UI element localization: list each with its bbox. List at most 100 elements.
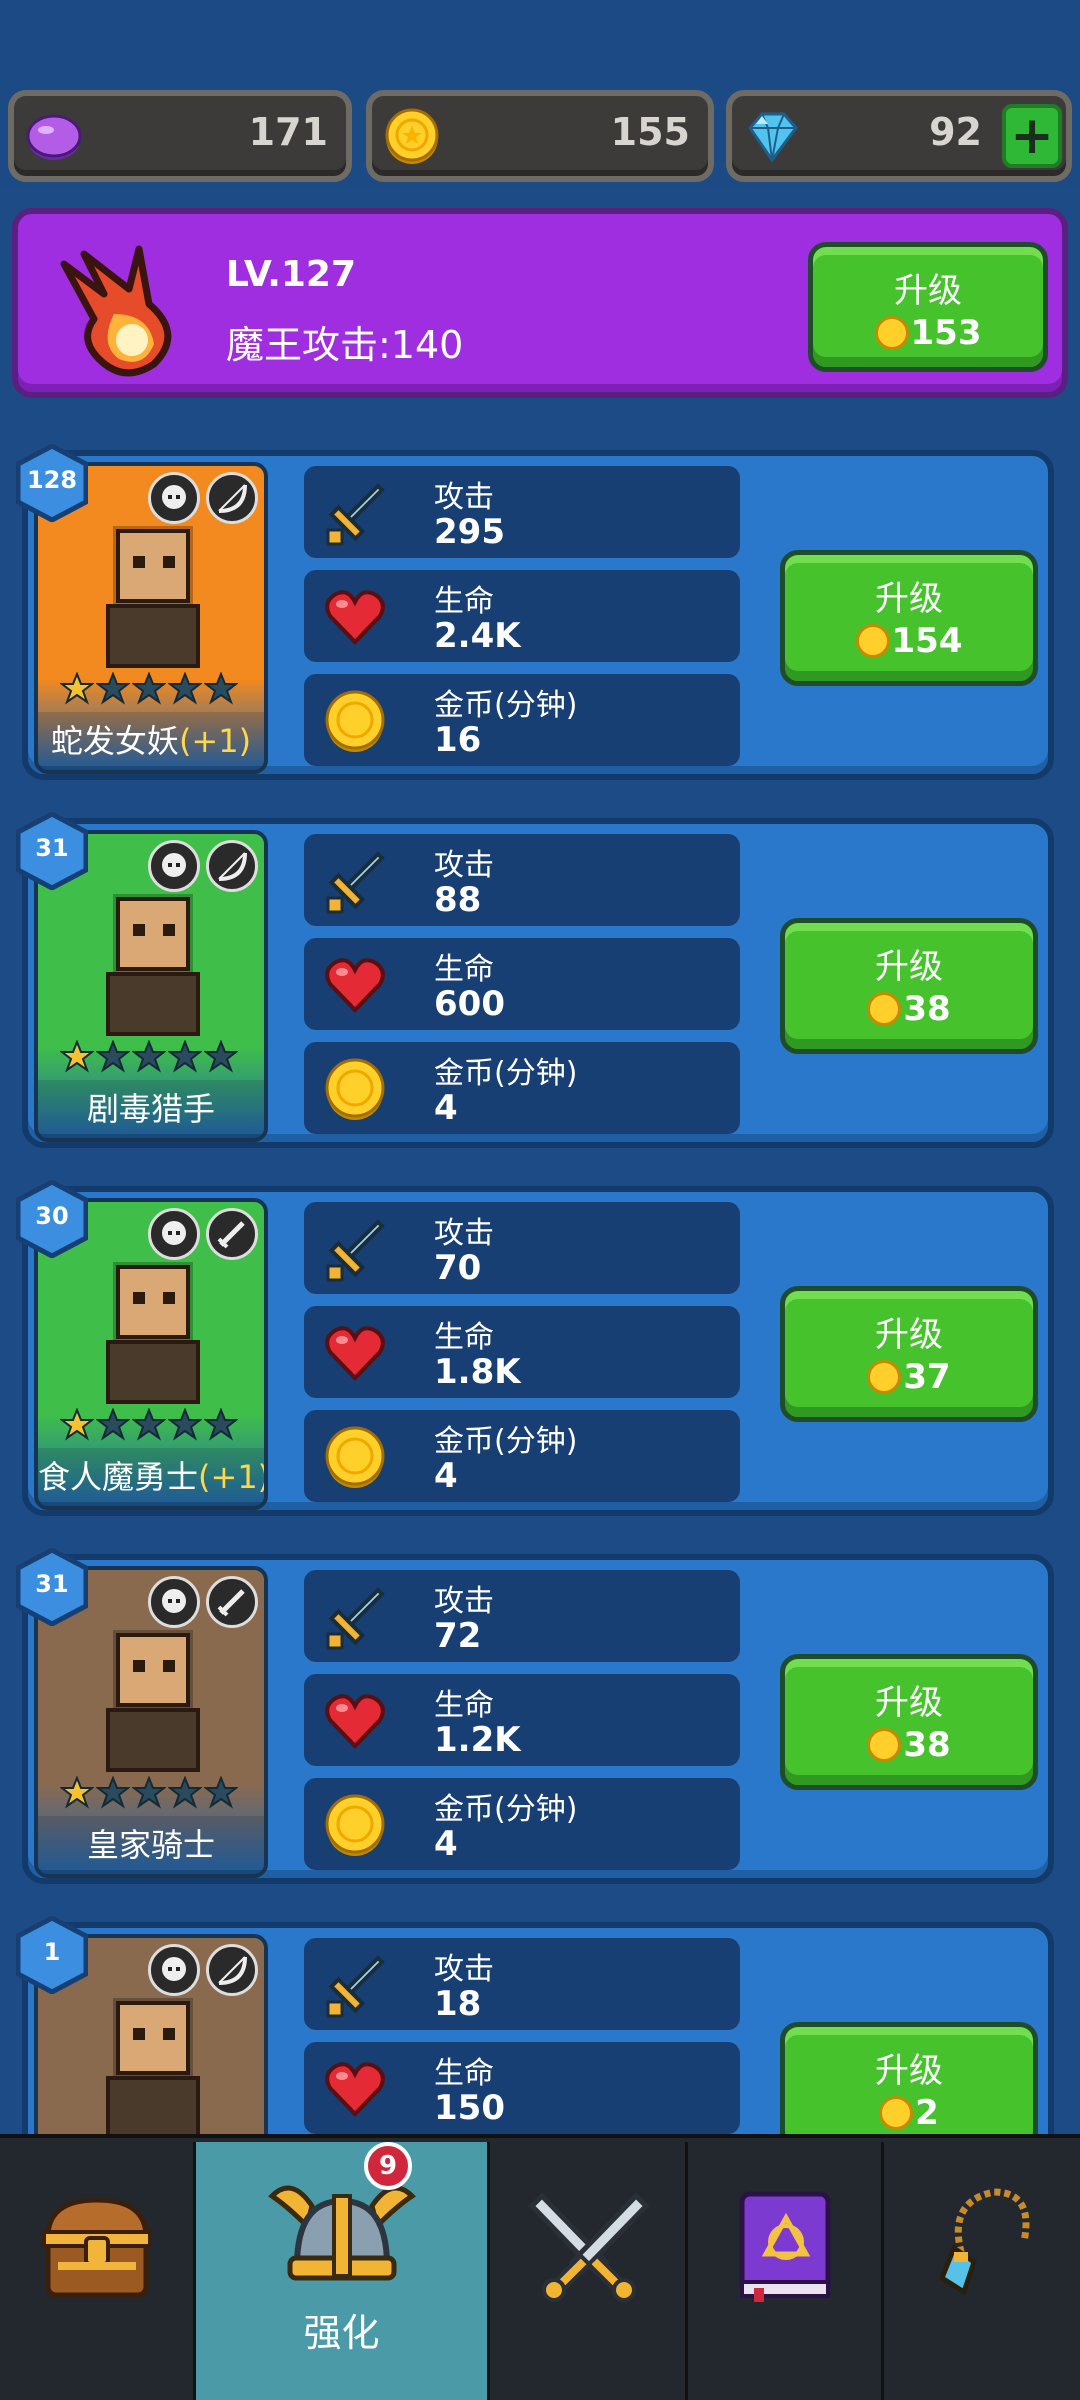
hero-upgrade-button[interactable]: 升级 154 <box>780 550 1038 686</box>
star-filled-icon <box>60 1776 94 1809</box>
bow-role-icon <box>206 472 258 524</box>
attack-stat: 攻击 295 <box>304 466 740 558</box>
hero-card[interactable]: 剧毒猎手 31 攻击 88 生命 600 金币(分钟) 4 升级 38 <box>15 811 1054 1148</box>
gold-value: 16 <box>434 720 482 760</box>
hp-label: 生命 <box>434 584 494 619</box>
boss-attack: 魔王攻击:140 <box>226 323 464 367</box>
star-empty-icon <box>204 672 238 705</box>
add-diamonds-button[interactable]: + <box>1002 104 1062 168</box>
hero-level-badge: 1 <box>15 1915 89 1995</box>
boss-level: LV.127 <box>226 254 357 295</box>
gold-coin-counter: 155 <box>366 90 714 182</box>
sword-icon <box>326 1219 385 1282</box>
amulet-icon <box>938 2188 1030 2296</box>
gold-label: 金币(分钟) <box>434 688 578 723</box>
gold-value: 4 <box>434 1456 458 1496</box>
attack-value: 72 <box>434 1616 482 1656</box>
notification-badge: 9 <box>364 2142 412 2190</box>
hero-name: 剧毒猎手 <box>38 1080 264 1138</box>
hp-label: 生命 <box>434 1320 494 1355</box>
hero-bonus: (+1) <box>198 1458 268 1496</box>
gold-coin-icon <box>325 1794 385 1856</box>
star-empty-icon <box>168 1776 202 1809</box>
coin-icon <box>867 1728 902 1762</box>
star-empty-icon <box>132 1408 166 1441</box>
gold-coin-icon <box>385 108 439 164</box>
hero-upgrade-button[interactable]: 升级 37 <box>780 1286 1038 1422</box>
skull-role-icon <box>148 472 200 524</box>
upgrade-label: 升级 <box>875 1683 943 1723</box>
hp-stat: 生命 1.2K <box>304 1674 740 1766</box>
hero-card[interactable]: 食人魔勇士(+1) 30 攻击 70 生命 1.8K 金币(分钟) 4 升级 37 <box>15 1179 1054 1516</box>
gold-stat: 金币(分钟) 4 <box>304 1410 740 1502</box>
upgrade-cost: 153 <box>813 313 1043 353</box>
hero-card[interactable]: 蛇发女妖(+1) 128 攻击 295 生命 2.4K 金币(分钟) 16 升级 154 <box>15 443 1054 780</box>
gold-stat: 金币(分钟) 4 <box>304 1778 740 1870</box>
hero-bonus: (+1) <box>178 722 252 760</box>
coin-icon <box>867 992 902 1026</box>
hero-avatar-icon <box>106 1630 200 1772</box>
gold-value: 4 <box>434 1824 458 1864</box>
hp-stat: 生命 2.4K <box>304 570 740 662</box>
star-empty-icon <box>132 1040 166 1073</box>
gold-coin-icon <box>325 1426 385 1488</box>
upgrade-label: 升级 <box>875 947 943 987</box>
attack-value: 88 <box>434 880 482 920</box>
helmet-role-icon <box>148 1944 200 1996</box>
crossed-swords-icon <box>528 2192 650 2302</box>
hero-avatar-icon <box>106 1262 200 1404</box>
heart-icon <box>325 1694 385 1749</box>
diamond-counter: 92 + <box>726 90 1072 182</box>
star-filled-icon <box>60 1408 94 1441</box>
hero-level-badge: 30 <box>15 1179 89 1259</box>
attack-value: 18 <box>434 1984 482 2024</box>
treasure-chest-icon <box>42 2197 152 2298</box>
coin-icon <box>867 1360 902 1394</box>
hp-value: 2.4K <box>434 616 521 656</box>
star-empty-icon <box>168 672 202 705</box>
star-filled-icon <box>60 1040 94 1073</box>
currency-bar: 171 155 92 + <box>0 0 1080 190</box>
hp-label: 生命 <box>434 952 494 987</box>
diamond-icon <box>748 112 798 163</box>
tab-upgrade-label: 强化 <box>303 2311 380 2355</box>
star-empty-icon <box>204 1776 238 1809</box>
boss-upgrade-button[interactable]: 升级 153 <box>808 242 1048 372</box>
tab-amulet[interactable] <box>884 2142 1080 2400</box>
sword-role-icon <box>206 1208 258 1260</box>
upgrade-label: 升级 <box>875 579 943 619</box>
hp-value: 1.8K <box>434 1352 521 1392</box>
hero-level-badge: 128 <box>15 443 89 523</box>
gold-coin-icon <box>325 1058 385 1120</box>
attack-label: 攻击 <box>434 480 494 515</box>
tab-spellbook[interactable] <box>688 2142 884 2400</box>
hero-upgrade-button[interactable]: 升级 38 <box>780 918 1038 1054</box>
star-empty-icon <box>132 1776 166 1809</box>
hero-level: 30 <box>35 1202 69 1230</box>
attack-stat: 攻击 18 <box>304 1938 740 2030</box>
hero-level: 31 <box>35 834 69 862</box>
tab-treasure[interactable] <box>0 2142 196 2400</box>
sword-icon <box>326 851 385 914</box>
hero-upgrade-button[interactable]: 升级 38 <box>780 1654 1038 1790</box>
goblin-role-icon <box>148 840 200 892</box>
hp-label: 生命 <box>434 1688 494 1723</box>
attack-value: 70 <box>434 1248 482 1288</box>
sword-icon <box>326 483 385 546</box>
gold-label: 金币(分钟) <box>434 1424 578 1459</box>
hero-card[interactable]: 皇家骑士 31 攻击 72 生命 1.2K 金币(分钟) 4 升级 38 <box>15 1547 1054 1884</box>
tab-upgrade[interactable]: 9 强化 <box>196 2142 490 2400</box>
bow-role-icon <box>206 840 258 892</box>
bottom-nav: 9 强化 <box>0 2134 1080 2400</box>
upgrade-cost: 2 <box>785 2093 1033 2133</box>
sword-role-icon <box>206 1576 258 1628</box>
attack-label: 攻击 <box>434 1952 494 1987</box>
upgrade-label: 升级 <box>875 2051 943 2091</box>
hp-stat: 生命 1.8K <box>304 1306 740 1398</box>
attack-value: 295 <box>434 512 505 552</box>
tab-battle[interactable] <box>490 2142 688 2400</box>
hero-avatar-icon <box>106 526 200 668</box>
attack-stat: 攻击 88 <box>304 834 740 926</box>
ogre-role-icon <box>148 1208 200 1260</box>
upgrade-label: 升级 <box>875 1315 943 1355</box>
